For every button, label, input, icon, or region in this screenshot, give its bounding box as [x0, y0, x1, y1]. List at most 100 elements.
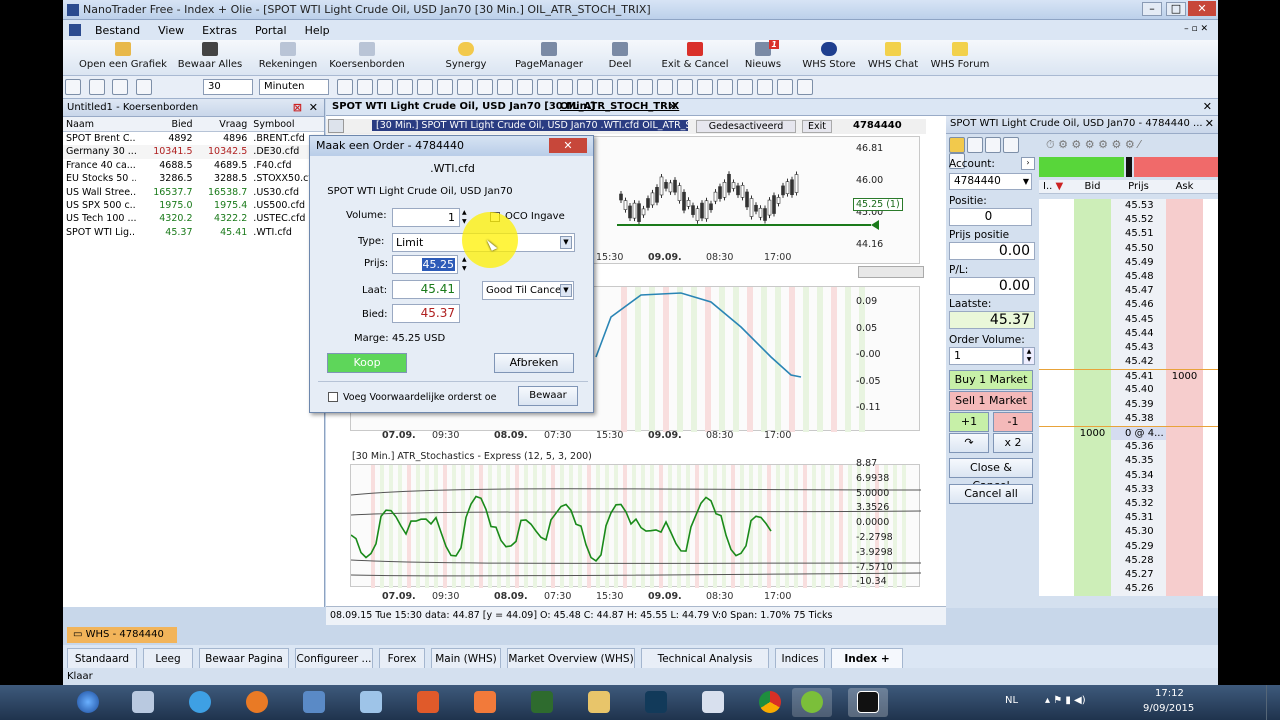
page-tab[interactable]: Indices [775, 648, 825, 668]
page-tab[interactable]: Bewaar Pagina [199, 648, 289, 668]
menu-extras[interactable]: Extras [202, 24, 237, 37]
ladder-cell-bid[interactable] [1074, 496, 1111, 512]
chart-tab-close-icon[interactable]: ✕ [668, 100, 677, 113]
plus-one-button[interactable]: +1 [949, 412, 989, 432]
ladder-row[interactable]: 45.34 [1039, 468, 1218, 483]
col-vraag[interactable]: Vraag [196, 117, 251, 131]
ladder-col-i[interactable]: I.. ▼ [1039, 180, 1074, 193]
ladder-cell-ask[interactable] [1166, 525, 1203, 540]
taskbar-chrome[interactable] [750, 688, 790, 717]
ladder-cell-bid[interactable] [1074, 482, 1111, 497]
clock-date[interactable]: 9/09/2015 [1143, 703, 1194, 714]
area-chart-icon[interactable] [537, 79, 553, 95]
ladder-cell-bid[interactable] [1074, 370, 1111, 384]
chart-scrollbar[interactable] [858, 266, 924, 278]
ladder-cell-ask[interactable] [1166, 427, 1203, 441]
pagemanager-button[interactable]: PageManager [513, 42, 585, 70]
chart-tab-main[interactable]: SPOT WTI Light Crude Oil, USD Jan70 [30 … [332, 101, 595, 112]
ladder-cell-i[interactable] [1039, 213, 1074, 228]
ladder-cell-i[interactable] [1039, 227, 1074, 242]
exit-button[interactable]: Exit [802, 120, 832, 133]
ladder-cell-ask[interactable] [1166, 468, 1203, 483]
ladder-cell-bid[interactable] [1074, 539, 1111, 554]
ladder-row[interactable]: 45.42 [1039, 355, 1218, 370]
refresh-icon[interactable] [337, 79, 353, 95]
start-button[interactable] [68, 688, 108, 717]
order-dialog-close-button[interactable]: ✕ [549, 138, 587, 153]
menu-portal[interactable]: Portal [255, 24, 287, 37]
ladder-cell-ask[interactable] [1166, 496, 1203, 512]
synergy-button[interactable]: Synergy [431, 42, 501, 70]
ladder-row[interactable]: 45.33 [1039, 482, 1218, 497]
taskbar-app11[interactable] [693, 688, 733, 717]
ladder-cell-bid[interactable] [1074, 255, 1111, 270]
ladder-row[interactable]: 45.41 1000 [1039, 369, 1218, 384]
double-button[interactable]: x 2 [993, 433, 1033, 453]
ladder-cell-ask[interactable] [1166, 298, 1203, 313]
quote-row[interactable]: US Tech 100 ... 4320.2 4322.2 .USTEC.cfd [63, 212, 324, 225]
ladder-cell-price[interactable]: 45.46 [1111, 298, 1166, 313]
taskbar-app5[interactable] [351, 688, 391, 717]
ladder-cell-bid[interactable] [1074, 525, 1111, 540]
ellipse-icon[interactable] [697, 79, 713, 95]
share-button[interactable]: Deel [603, 42, 637, 70]
ladder-cell-ask[interactable] [1166, 355, 1203, 370]
ladder-cell-i[interactable] [1039, 427, 1074, 441]
volume-field[interactable]: 1 [949, 347, 1023, 365]
cancel-all-button[interactable]: Cancel all [949, 484, 1033, 504]
page-tab[interactable]: Market Overview (WHS) [507, 648, 635, 668]
language-indicator[interactable]: NL [1005, 695, 1018, 706]
ladder-cell-bid[interactable] [1074, 454, 1111, 469]
ladder-cell-i[interactable] [1039, 525, 1074, 540]
open-small-icon[interactable] [88, 79, 105, 95]
ladder-cell-price[interactable]: 45.41 [1111, 370, 1166, 384]
text-icon[interactable] [657, 79, 673, 95]
chart-tab-strategy[interactable]: OIL_ATR_STOCH_TRIX [560, 101, 679, 112]
ladder-cell-price[interactable]: 45.28 [1111, 553, 1166, 568]
ladder-cell-price[interactable]: 45.47 [1111, 284, 1166, 299]
ladder-cell-i[interactable] [1039, 482, 1074, 497]
ladder-cell-price[interactable]: 45.45 [1111, 312, 1166, 327]
close-button[interactable]: ✕ [1188, 1, 1216, 16]
ladder-row[interactable]: 45.49 [1039, 255, 1218, 270]
page-tab[interactable]: Technical Analysis (WHS) [641, 648, 769, 685]
ladder-cell-price[interactable]: 45.29 [1111, 539, 1166, 554]
zoom-in-icon[interactable] [357, 79, 373, 95]
taskbar-app13[interactable] [792, 688, 832, 717]
account-arrow-button[interactable]: › [1021, 157, 1035, 170]
tool-2-icon[interactable] [967, 137, 983, 153]
ladder-cell-ask[interactable] [1166, 567, 1203, 583]
type-dropdown-icon[interactable]: ▼ [560, 236, 572, 249]
hand-tool-icon[interactable] [1003, 137, 1019, 153]
ladder-cell-bid[interactable] [1074, 440, 1111, 455]
order-panel-close-icon[interactable]: ✕ [1205, 117, 1214, 130]
save-order-button[interactable]: Bewaar [518, 386, 578, 406]
clock-icon[interactable] [135, 79, 152, 95]
ladder-cell-i[interactable] [1039, 511, 1074, 526]
ladder-row[interactable]: 45.39 [1039, 397, 1218, 412]
chart-window-close-icon[interactable]: ✕ [1203, 100, 1212, 113]
ladder-cell-bid[interactable] [1074, 340, 1111, 356]
ladder-cell-i[interactable] [1039, 397, 1074, 412]
print-icon[interactable] [112, 79, 128, 95]
page-tab[interactable]: Main (WHS) [431, 648, 501, 668]
whs-forum-button[interactable]: WHS Forum [929, 42, 991, 70]
page-tab[interactable]: Index + Olie [831, 648, 903, 685]
ladder-cell-bid[interactable] [1074, 553, 1111, 568]
ladder-cell-ask[interactable] [1166, 553, 1203, 568]
ladder-cell-i[interactable] [1039, 255, 1074, 270]
ladder-cell-price[interactable]: 45.44 [1111, 326, 1166, 341]
ladder-cell-price[interactable]: 45.48 [1111, 269, 1166, 285]
taskbar-ie[interactable] [180, 688, 220, 717]
taskbar-app8[interactable] [522, 688, 562, 717]
ladder-cell-bid[interactable] [1074, 284, 1111, 299]
news-button[interactable]: 1 Nieuws [741, 40, 785, 70]
ladder-cell-bid[interactable] [1074, 312, 1111, 327]
settings-icon[interactable] [797, 79, 813, 95]
save-small-icon[interactable] [65, 79, 81, 95]
ladder-cell-bid[interactable] [1074, 326, 1111, 341]
ladder-cell-price[interactable]: 45.30 [1111, 525, 1166, 540]
taskbar-calculator[interactable] [123, 688, 163, 717]
quoteboard-close-icon[interactable]: ⊠ [293, 101, 302, 114]
ladder-cell-ask[interactable] [1166, 312, 1203, 327]
